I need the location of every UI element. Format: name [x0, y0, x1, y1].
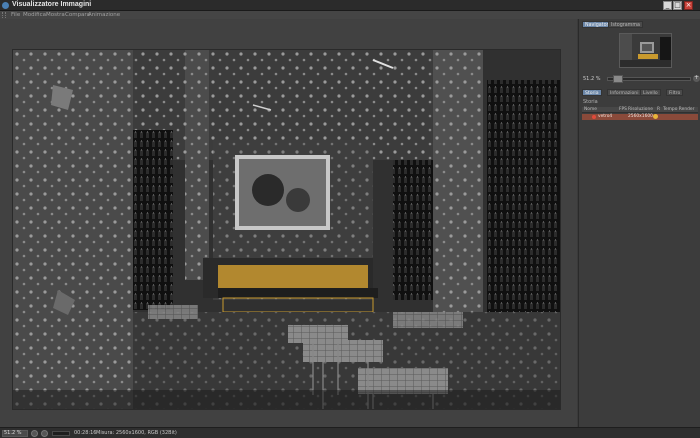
- image-viewer-area[interactable]: [0, 19, 577, 427]
- render-progress-bar: [52, 431, 70, 436]
- status-bar: 51.2 % 00:28:16 Misura: 2560x1600, RGB (…: [0, 427, 700, 438]
- star-icon: [653, 114, 658, 119]
- menu-bar: File Modifica Mostra Compara Animazione: [0, 11, 700, 19]
- history-row[interactable]: vetro4 2560x1600: [582, 114, 698, 120]
- status-zoom-field[interactable]: 51.2 %: [2, 430, 28, 437]
- rendered-image[interactable]: [12, 49, 561, 410]
- navigator-preview-image: [620, 34, 671, 67]
- menu-animazione[interactable]: Animazione: [88, 11, 120, 19]
- app-icon: [2, 2, 9, 9]
- row-resolution: 2560x1600: [628, 114, 653, 119]
- window-title: Visualizzatore Immagini: [12, 1, 92, 8]
- tab-filtro[interactable]: Filtro: [666, 89, 684, 96]
- menu-modifica[interactable]: Modifica: [23, 11, 46, 19]
- tab-storia[interactable]: Storia: [582, 89, 602, 96]
- close-button[interactable]: ×: [684, 1, 693, 10]
- menu-grip-icon: [2, 12, 6, 18]
- zoom-up-button[interactable]: [31, 430, 38, 437]
- top-tabs: Navigatore Istogramma: [582, 21, 698, 28]
- column-fps: FPS: [619, 107, 627, 112]
- column-risoluzione: Risoluzione: [628, 107, 653, 112]
- column-r: R: [657, 107, 661, 112]
- menu-compara[interactable]: Compara: [65, 11, 90, 19]
- zoom-control: 51.2 % +: [583, 75, 700, 83]
- tab-livello[interactable]: Livello: [640, 89, 661, 96]
- column-nome: Nome: [584, 107, 597, 112]
- maximize-button[interactable]: □: [673, 1, 682, 10]
- row-name: vetro4: [598, 114, 613, 119]
- zoom-value: 51.2 %: [583, 76, 601, 82]
- render-time: 00:28:16: [74, 430, 97, 436]
- zoom-down-button[interactable]: [41, 430, 48, 437]
- minimize-button[interactable]: _: [663, 1, 672, 10]
- navigator-thumbnail[interactable]: [619, 33, 672, 68]
- image-info: Misura: 2560x1600, RGB (32Bit): [96, 430, 177, 436]
- tab-informazioni[interactable]: Informazioni: [607, 89, 642, 96]
- menu-file[interactable]: File: [11, 11, 20, 19]
- tab-istogramma[interactable]: Istogramma: [608, 21, 643, 28]
- render-scene-image: [13, 50, 560, 409]
- zoom-in-button[interactable]: +: [693, 75, 700, 82]
- history-table-header: Nome FPS Risoluzione R Tempo Render: [582, 107, 698, 113]
- side-panel: Navigatore Istogramma 51.2 % + Storia In…: [578, 19, 700, 427]
- section-label: Storia: [583, 99, 598, 105]
- zoom-slider-handle[interactable]: [613, 75, 623, 83]
- title-bar: Visualizzatore Immagini _ □ ×: [0, 0, 700, 11]
- record-icon: [592, 115, 596, 119]
- menu-mostra[interactable]: Mostra: [46, 11, 65, 19]
- column-tempo-render: Tempo Render: [663, 107, 695, 112]
- history-tabs: Storia Informazioni Livello Filtro: [582, 89, 698, 96]
